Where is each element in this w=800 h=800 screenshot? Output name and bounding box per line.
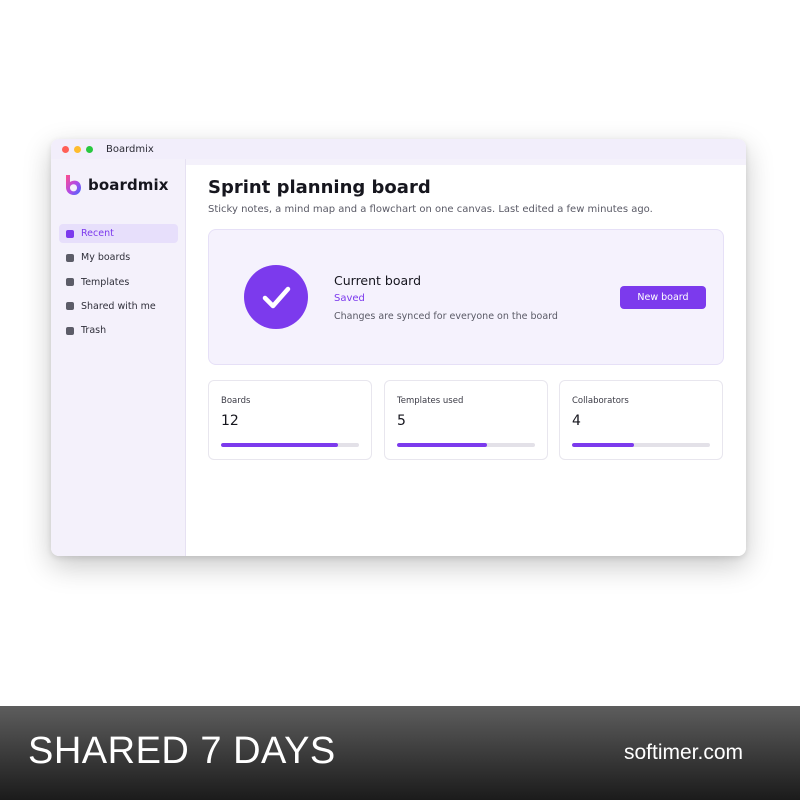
- stat-progress-track: [397, 443, 535, 447]
- boardmix-logo[interactable]: boardmix: [64, 174, 169, 196]
- stat-value: 12: [221, 413, 239, 429]
- title-bar: Boardmix: [51, 139, 746, 159]
- stat-card-templates-used: Templates used 5: [384, 380, 548, 460]
- current-board-card: Current board Saved Changes are synced f…: [208, 229, 724, 365]
- stats-row: Boards 12 Templates used 5 Collaborators…: [208, 380, 724, 460]
- close-window-button[interactable]: [62, 145, 69, 153]
- minimize-window-button[interactable]: [74, 145, 81, 153]
- window-controls: [62, 145, 93, 153]
- stat-card-collaborators: Collaborators 4: [559, 380, 723, 460]
- boards-icon: [66, 253, 74, 262]
- page-subtitle: Sticky notes, a mind map and a flowchart…: [208, 204, 653, 215]
- status-badge: Saved: [334, 293, 365, 304]
- shared-icon: [66, 302, 74, 311]
- sidebar-item-recent[interactable]: Recent: [59, 224, 178, 243]
- status-description: Changes are synced for everyone on the b…: [334, 311, 558, 322]
- stat-progress-fill: [397, 443, 487, 447]
- stat-progress-fill: [572, 443, 635, 447]
- banner-headline: SHARED 7 DAYS: [28, 730, 336, 772]
- stat-value: 5: [397, 413, 406, 429]
- stat-label: Collaborators: [572, 396, 629, 406]
- stat-progress-track: [572, 443, 710, 447]
- stat-label: Templates used: [397, 396, 464, 406]
- stat-label: Boards: [221, 396, 251, 406]
- app-window: Boardmix boardmix Recent My boards Templ…: [51, 139, 746, 556]
- templates-icon: [66, 278, 74, 287]
- sidebar-item-label: Trash: [81, 325, 107, 337]
- sidebar-item-label: My boards: [81, 252, 131, 264]
- stat-card-boards: Boards 12: [208, 380, 372, 460]
- sidebar-nav: Recent My boards Templates Shared with m…: [59, 224, 178, 345]
- sidebar-item-label: Recent: [81, 228, 114, 239]
- sidebar-item-label: Shared with me: [81, 300, 156, 312]
- stat-value: 4: [572, 413, 581, 429]
- new-board-button[interactable]: New board: [620, 286, 706, 309]
- stat-progress-track: [221, 443, 359, 447]
- banner-site-link[interactable]: softimer.com: [624, 741, 743, 765]
- sidebar-item-shared-with-me[interactable]: Shared with me: [59, 297, 178, 316]
- sidebar-item-trash[interactable]: Trash: [59, 321, 178, 340]
- stat-progress-fill: [221, 443, 339, 447]
- main-content: Sprint planning board Sticky notes, a mi…: [187, 165, 746, 556]
- sidebar: boardmix Recent My boards Templates Shar…: [51, 159, 186, 556]
- trash-icon: [66, 326, 74, 335]
- maximize-window-button[interactable]: [86, 145, 93, 153]
- check-icon: [244, 265, 308, 329]
- boardmix-logo-icon: [66, 175, 81, 195]
- sidebar-item-my-boards[interactable]: My boards: [59, 248, 178, 267]
- promo-banner: SHARED 7 DAYS softimer.com: [0, 706, 800, 800]
- checkmark-icon: [262, 286, 291, 309]
- recent-icon: [66, 229, 74, 238]
- window-title: Boardmix: [106, 143, 154, 155]
- logo-wordmark: boardmix: [88, 176, 169, 194]
- sidebar-item-label: Templates: [81, 276, 130, 288]
- status-title: Current board: [334, 273, 422, 288]
- page-title: Sprint planning board: [208, 177, 431, 198]
- sidebar-item-templates[interactable]: Templates: [59, 273, 178, 292]
